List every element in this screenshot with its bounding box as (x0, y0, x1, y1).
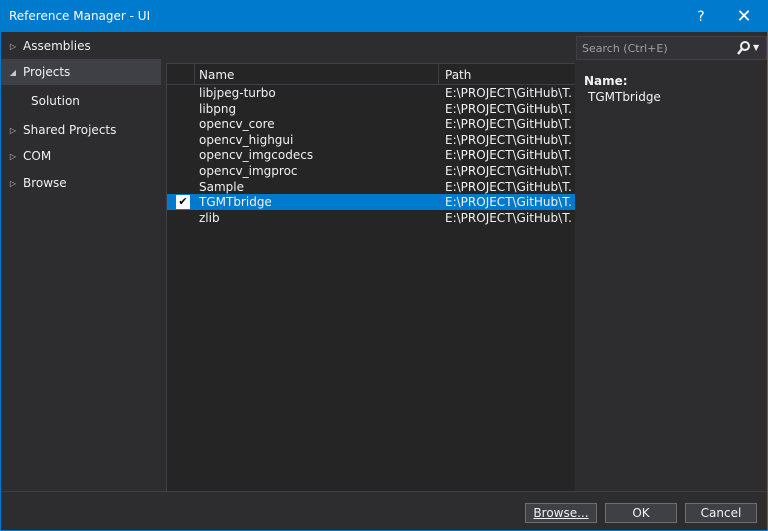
row-path: E:\PROJECT\GitHub\T... (445, 179, 573, 194)
category-nav: ▷ Assemblies ◢ Projects Solution ▷ Share… (1, 32, 164, 491)
nav-item-label: COM (23, 149, 52, 163)
row-name: Sample (199, 179, 244, 194)
list-rows: libjpeg-turbo E:\PROJECT\GitHub\T... lib… (167, 85, 575, 225)
nav-item-assemblies[interactable]: ▷ Assemblies (1, 33, 161, 59)
expand-arrow-icon[interactable]: ▷ (9, 179, 17, 188)
column-divider[interactable] (438, 64, 439, 84)
row-name: libjpeg-turbo (199, 86, 276, 100)
row-path: E:\PROJECT\GitHub\T... (445, 117, 573, 132)
nav-item-label: Shared Projects (23, 123, 117, 137)
cancel-button[interactable]: Cancel (685, 503, 757, 523)
table-row[interactable]: libjpeg-turbo E:\PROJECT\GitHub\T... (167, 85, 575, 101)
nav-item-label: Projects (23, 65, 71, 79)
row-path: E:\PROJECT\GitHub\T... (445, 195, 573, 210)
ok-button[interactable]: OK (605, 503, 677, 523)
detail-name-value: TGMTbridge (588, 90, 661, 104)
table-row[interactable]: libpng E:\PROJECT\GitHub\T... (167, 101, 575, 117)
row-path: E:\PROJECT\GitHub\T... (445, 132, 573, 147)
help-button[interactable]: ? (681, 1, 721, 32)
collapse-arrow-icon[interactable]: ◢ (9, 68, 17, 77)
row-path: E:\PROJECT\GitHub\T... (445, 210, 573, 225)
row-name: opencv_imgproc (199, 163, 298, 178)
table-row[interactable]: opencv_core E:\PROJECT\GitHub\T... (167, 116, 575, 132)
row-name: TGMTbridge (199, 195, 272, 210)
search-input[interactable]: Search (Ctrl+E) ▼ (576, 36, 767, 60)
row-name: opencv_highgui (199, 132, 294, 147)
table-row[interactable]: opencv_imgcodecs E:\PROJECT\GitHub\T... (167, 147, 575, 163)
nav-item-solution[interactable]: Solution (1, 88, 161, 114)
detail-panel: Name: TGMTbridge (584, 74, 661, 104)
nav-item-com[interactable]: ▷ COM (1, 143, 161, 169)
table-row[interactable]: Sample E:\PROJECT\GitHub\T... (167, 179, 575, 195)
reference-manager-window: Reference Manager - UI ? ✕ ▷ Assemblies … (0, 0, 768, 531)
window-title: Reference Manager - UI (9, 9, 151, 23)
search-icon[interactable] (737, 40, 751, 56)
browse-button-label: Browse... (533, 506, 589, 520)
column-divider[interactable] (194, 64, 195, 84)
nav-item-shared-projects[interactable]: ▷ Shared Projects (1, 117, 161, 143)
nav-item-label: Solution (31, 94, 80, 108)
detail-name-label: Name: (584, 74, 628, 88)
row-name: libpng (199, 101, 237, 116)
row-path: E:\PROJECT\GitHub\T... (445, 148, 573, 163)
table-row[interactable]: zlib E:\PROJECT\GitHub\T... (167, 210, 575, 226)
table-row[interactable]: opencv_highgui E:\PROJECT\GitHub\T... (167, 132, 575, 148)
row-path: E:\PROJECT\GitHub\T... (445, 101, 573, 116)
row-name: opencv_core (199, 117, 275, 132)
browse-button[interactable]: Browse... (525, 503, 597, 523)
project-list: Name Path libjpeg-turbo E:\PROJECT\GitHu… (166, 63, 575, 492)
dialog-footer: Browse... OK Cancel (1, 491, 767, 530)
row-name: opencv_imgcodecs (199, 148, 314, 163)
column-header-name[interactable]: Name (199, 68, 234, 82)
nav-item-projects[interactable]: ◢ Projects (1, 59, 161, 85)
expand-arrow-icon[interactable]: ▷ (9, 152, 17, 161)
expand-arrow-icon[interactable]: ▷ (9, 42, 17, 51)
column-header-path[interactable]: Path (445, 68, 471, 82)
nav-item-browse[interactable]: ▷ Browse (1, 170, 161, 196)
row-path: E:\PROJECT\GitHub\T... (445, 163, 573, 178)
nav-item-label: Assemblies (23, 39, 91, 53)
title-bar[interactable]: Reference Manager - UI ? ✕ (1, 1, 767, 32)
table-row-selected[interactable]: ✔ TGMTbridge E:\PROJECT\GitHub\T... (167, 194, 575, 210)
column-header: Name Path (167, 64, 575, 85)
chevron-down-icon[interactable]: ▼ (753, 43, 763, 52)
expand-arrow-icon[interactable]: ▷ (9, 126, 17, 135)
nav-item-label: Browse (23, 176, 67, 190)
table-row[interactable]: opencv_imgproc E:\PROJECT\GitHub\T... (167, 163, 575, 179)
row-path: E:\PROJECT\GitHub\T... (445, 86, 573, 100)
close-button[interactable]: ✕ (724, 1, 764, 32)
row-checkbox[interactable]: ✔ (176, 195, 190, 210)
row-name: zlib (199, 210, 220, 225)
search-placeholder: Search (Ctrl+E) (582, 42, 668, 55)
